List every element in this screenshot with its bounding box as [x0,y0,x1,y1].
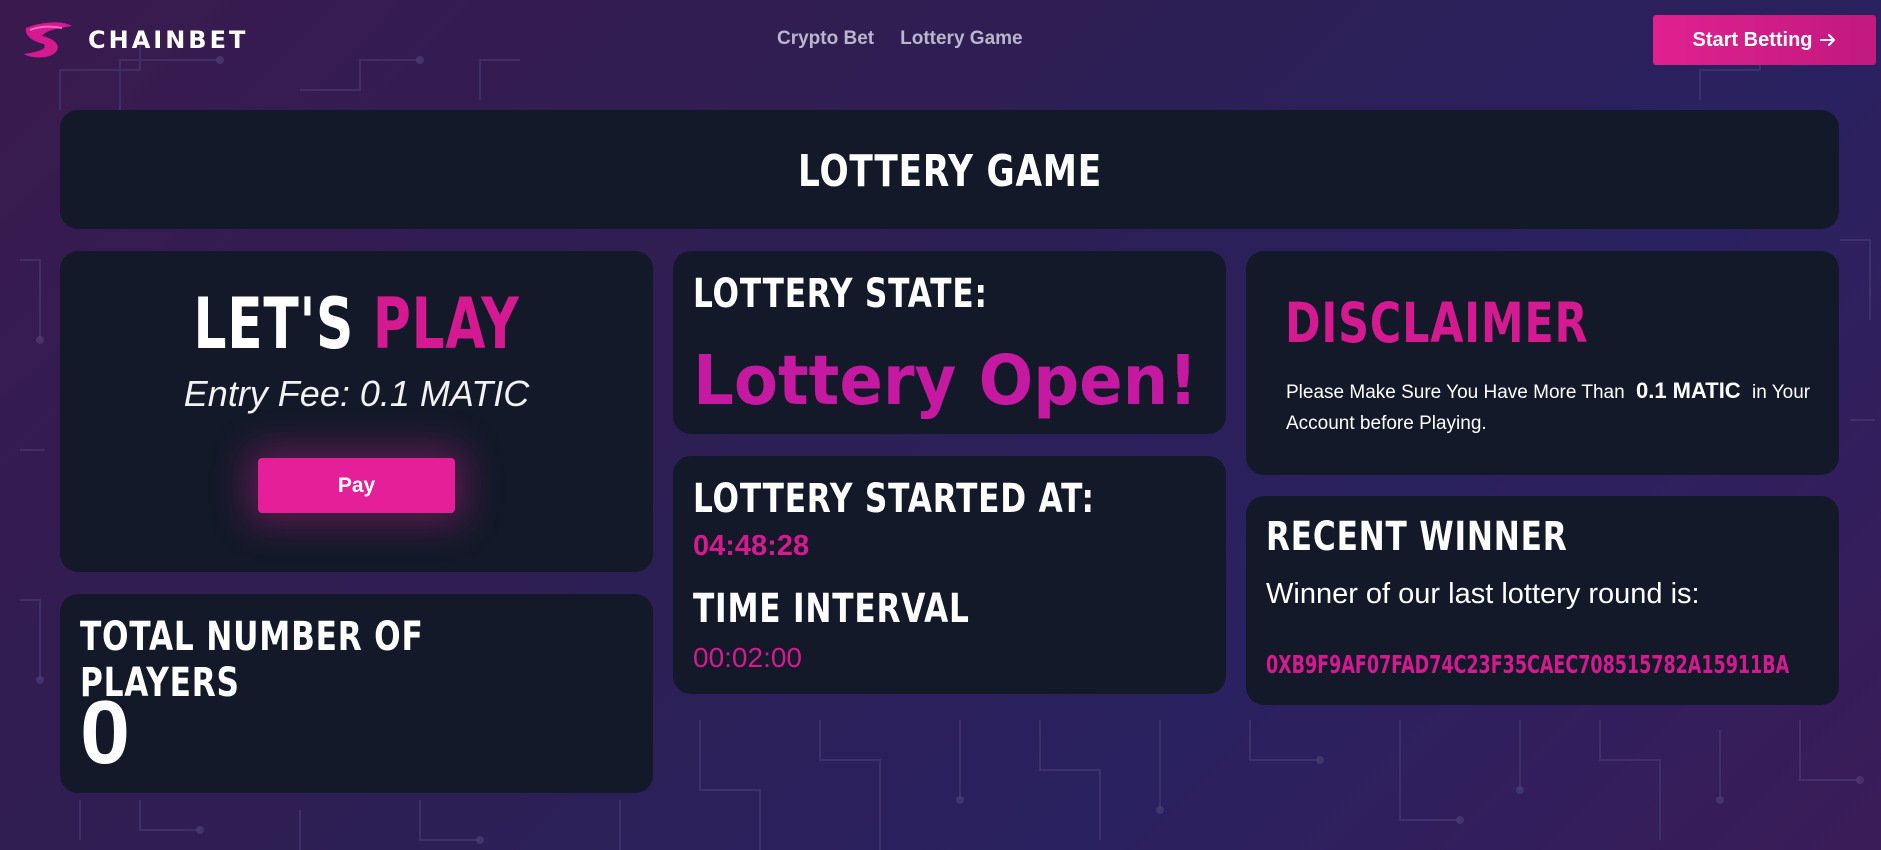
disclaimer-text-before: Please Make Sure You Have More Than [1286,382,1625,403]
players-count: 0 [80,683,131,783]
disclaimer-amount: 0.1 MATIC [1635,378,1741,403]
recent-winner-label: RECENT WINNER [1266,514,1568,560]
disclaimer-card: DISCLAIMER Please Make Sure You Have Mor… [1246,251,1839,475]
top-navbar: CHAINBET Crypto Bet Lottery Game Start B… [0,0,1881,80]
players-card: TOTAL NUMBER OF PLAYERS 0 [60,594,653,793]
lottery-state-value: Lottery Open! [693,341,1198,421]
play-heading: LET'S PLAY [137,283,576,365]
page-title: LOTTERY GAME [797,146,1102,197]
pay-button[interactable]: Pay [258,458,455,513]
time-interval-label: TIME INTERVAL [693,586,970,632]
started-at-label: LOTTERY STARTED AT: [693,476,1095,522]
start-betting-button[interactable]: Start Betting [1653,15,1876,65]
start-betting-label: Start Betting [1692,28,1813,51]
brand-name: CHAINBET [88,26,249,54]
lottery-state-label: LOTTERY STATE: [693,271,988,317]
time-interval-value: 00:02:00 [693,642,802,673]
recent-winner-text: Winner of our last lottery round is: [1266,578,1700,610]
arrow-right-icon [1819,34,1835,46]
nav-links: Crypto Bet Lottery Game [777,28,1023,50]
page-title-card: LOTTERY GAME [60,110,1839,229]
nav-link-crypto-bet[interactable]: Crypto Bet [777,28,874,50]
entry-fee-text: Entry Fee: 0.1 MATIC [183,373,530,414]
started-at-value: 04:48:28 [693,530,810,562]
disclaimer-text: Please Make Sure You Have More Than 0.1 … [1286,375,1826,439]
lottery-timing-card: LOTTERY STARTED AT: 04:48:28 TIME INTERV… [673,456,1226,694]
play-card: LET'S PLAY Entry Fee: 0.1 MATIC Pay [60,251,653,572]
players-label: TOTAL NUMBER OF PLAYERS [80,614,424,706]
recent-winner-card: RECENT WINNER Winner of our last lottery… [1246,496,1839,705]
brand-logo[interactable]: CHAINBET [22,20,248,60]
lottery-state-card: LOTTERY STATE: Lottery Open! [673,251,1226,434]
disclaimer-title: DISCLAIMER [1285,291,1589,355]
nav-link-lottery-game[interactable]: Lottery Game [900,28,1022,50]
play-heading-white: LET'S [193,283,355,365]
chainbet-logo-icon [24,22,72,58]
play-heading-pink: PLAY [372,283,520,365]
recent-winner-address[interactable]: 0XB9F9AF07FAD74C23F35CAEC708515782A15911… [1266,650,1789,679]
